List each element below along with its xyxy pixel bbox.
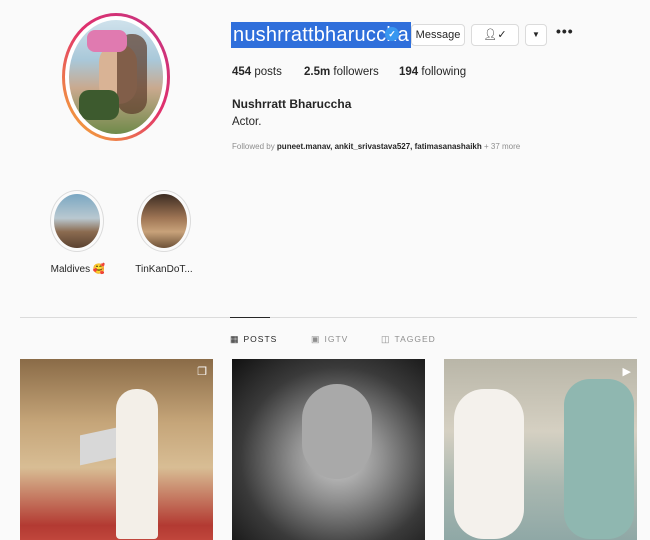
verified-badge-icon: ✓ — [385, 27, 399, 41]
highlight-label: Maldives 🥰 — [50, 264, 106, 275]
more-options-icon[interactable]: ••• — [556, 23, 574, 39]
suggested-dropdown-button[interactable]: ▼ — [525, 24, 547, 46]
profile-full-name: Nushrratt Bharuccha — [232, 97, 352, 111]
followed-by-more: + 37 more — [484, 142, 521, 151]
caret-down-icon: ▼ — [532, 30, 540, 39]
grid-icon: ▦ — [230, 334, 240, 344]
highlight-label: TinKanDoT... — [135, 264, 193, 275]
tagged-icon: ◫ — [381, 334, 391, 344]
igtv-icon: ▣ — [311, 334, 321, 344]
post-thumbnail[interactable] — [232, 359, 425, 540]
avatar-photo — [69, 20, 163, 134]
tab-tagged[interactable]: ◫ TAGGED — [381, 334, 436, 345]
message-button[interactable]: Message — [411, 24, 465, 46]
following-button[interactable]: 👤︎✓ — [471, 24, 519, 46]
tab-label: TAGGED — [394, 334, 436, 344]
active-tab-indicator — [230, 317, 270, 318]
tab-label: IGTV — [324, 334, 349, 344]
tab-igtv[interactable]: ▣ IGTV — [311, 334, 348, 345]
followed-by-users: puneet.manav, ankit_srivastava527, fatim… — [276, 142, 482, 151]
highlight-cover — [141, 194, 187, 248]
followers-count-value: 2.5m — [304, 66, 331, 78]
followed-by-text[interactable]: Followed by puneet.manav, ankit_srivasta… — [232, 142, 520, 151]
posts-count-label: posts — [254, 66, 282, 78]
highlight-maldives[interactable] — [50, 190, 104, 252]
following-link[interactable]: 194 following — [399, 66, 466, 78]
following-count-label: following — [421, 66, 467, 78]
carousel-icon: ❐ — [197, 366, 207, 378]
post-thumbnail[interactable]: ▶ — [444, 359, 637, 540]
post-thumbnail[interactable]: ❐ — [20, 359, 213, 540]
tabs-divider — [20, 317, 637, 318]
tab-label: POSTS — [243, 334, 278, 344]
followed-by-prefix: Followed by — [232, 142, 275, 151]
video-icon: ▶ — [622, 366, 631, 378]
highlight-cover — [54, 194, 100, 248]
avatar-border — [65, 16, 167, 138]
highlight-tinkandot[interactable] — [137, 190, 191, 252]
followers-count-label: followers — [333, 66, 379, 78]
profile-bio: Actor. — [232, 116, 262, 128]
posts-count-value: 454 — [232, 66, 252, 78]
tab-posts[interactable]: ▦ POSTS — [230, 334, 277, 345]
following-count-value: 194 — [399, 66, 419, 78]
followers-link[interactable]: 2.5m followers — [304, 66, 379, 78]
profile-avatar[interactable] — [62, 13, 170, 141]
person-check-icon: 👤︎✓ — [483, 29, 507, 41]
posts-count: 454 posts — [232, 66, 282, 78]
profile-username: nushrrattbharuccha — [231, 22, 411, 48]
